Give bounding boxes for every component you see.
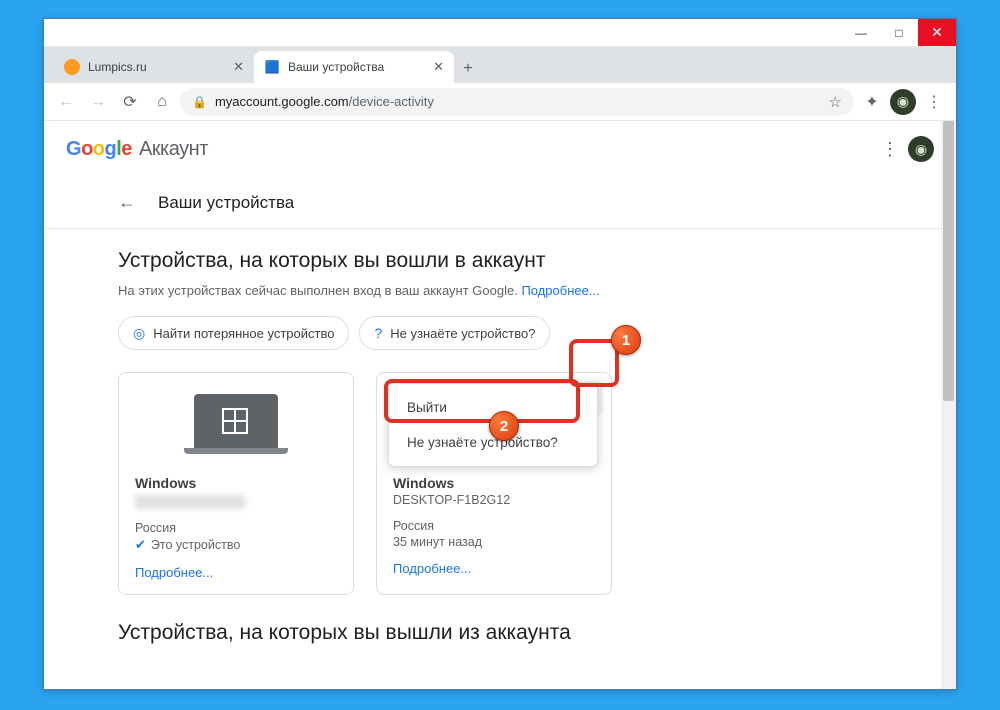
device-image xyxy=(119,373,353,469)
bookmark-icon[interactable]: ☆ xyxy=(829,93,842,111)
tab-title: Ваши устройства xyxy=(288,60,427,74)
annotation-badge-2: 2 xyxy=(489,411,519,441)
section-heading: Устройства, на которых вы вошли в аккаун… xyxy=(118,249,882,273)
annotation-badge-1: 1 xyxy=(611,325,641,355)
tab-title: Lumpics.ru xyxy=(88,60,227,74)
favicon-icon: 🟦 xyxy=(264,59,280,75)
minimize-button[interactable]: — xyxy=(842,19,880,46)
device-time: 35 минут назад xyxy=(393,535,595,549)
device-name: Windows xyxy=(393,475,595,491)
favicon-icon xyxy=(64,59,80,75)
chip-label: Найти потерянное устройство xyxy=(153,326,334,341)
device-more-link[interactable]: Подробнее... xyxy=(135,565,337,580)
profile-avatar[interactable]: ◉ xyxy=(890,89,916,115)
browser-window: — □ ✕ Lumpics.ru ✕ 🟦 Ваши устройства ✕ +… xyxy=(43,18,957,690)
window-titlebar: — □ ✕ xyxy=(44,19,956,47)
device-more-link[interactable]: Подробнее... xyxy=(393,561,595,576)
check-icon: ✔ xyxy=(135,537,146,553)
close-tab-icon[interactable]: ✕ xyxy=(233,59,244,75)
home-button[interactable]: ⌂ xyxy=(148,88,176,116)
help-icon: ? xyxy=(374,325,382,341)
section-subtext: На этих устройствах сейчас выполнен вход… xyxy=(118,283,882,298)
device-id-blurred xyxy=(135,495,245,509)
sub-header: ← Ваши устройства xyxy=(44,177,956,229)
reload-button[interactable]: ⟳ xyxy=(116,88,144,116)
new-tab-button[interactable]: + xyxy=(454,55,482,83)
extensions-icon[interactable]: ✦ xyxy=(858,88,886,116)
google-logo[interactable]: Google Аккаунт xyxy=(66,138,208,161)
page-content: Google Аккаунт ⋮ ◉ ← Ваши устройства Уст… xyxy=(44,121,956,689)
device-time: ✔Это устройство xyxy=(135,537,337,553)
lock-icon: 🔒 xyxy=(192,95,207,109)
nav-forward-button[interactable]: → xyxy=(84,88,112,116)
omnibox[interactable]: 🔒 myaccount.google.com/device-activity ☆ xyxy=(180,88,854,116)
tab-devices[interactable]: 🟦 Ваши устройства ✕ xyxy=(254,51,454,83)
unknown-device-chip[interactable]: ? Не узнаёте устройство? xyxy=(359,316,550,350)
learn-more-link[interactable]: Подробнее... xyxy=(521,283,599,298)
scrollbar-thumb[interactable] xyxy=(943,121,954,401)
maximize-button[interactable]: □ xyxy=(880,19,918,46)
chip-label: Не узнаёте устройство? xyxy=(390,326,535,341)
close-tab-icon[interactable]: ✕ xyxy=(433,59,444,75)
find-device-chip[interactable]: ◎ Найти потерянное устройство xyxy=(118,316,349,350)
section2-heading: Устройства, на которых вы вышли из аккау… xyxy=(118,621,882,645)
address-bar: ← → ⟳ ⌂ 🔒 myaccount.google.com/device-ac… xyxy=(44,83,956,121)
chip-row: ◎ Найти потерянное устройство ? Не узнаё… xyxy=(118,316,882,350)
account-menu-icon[interactable]: ⋮ xyxy=(872,139,908,160)
nav-back-button[interactable]: ← xyxy=(52,88,80,116)
account-avatar[interactable]: ◉ xyxy=(908,136,934,162)
device-id: DESKTOP-F1B2G12 xyxy=(393,493,595,507)
chrome-menu-icon[interactable]: ⋮ xyxy=(920,88,948,116)
device-location: Россия xyxy=(393,519,595,533)
tab-strip: Lumpics.ru ✕ 🟦 Ваши устройства ✕ + xyxy=(44,47,956,83)
google-header: Google Аккаунт ⋮ ◉ xyxy=(44,121,956,177)
device-name: Windows xyxy=(135,475,337,491)
vertical-scrollbar[interactable] xyxy=(941,121,956,689)
device-card[interactable]: Windows Россия ✔Это устройство Подробнее… xyxy=(118,372,354,595)
close-button[interactable]: ✕ xyxy=(918,19,956,46)
device-location: Россия xyxy=(135,521,337,535)
page-title: Ваши устройства xyxy=(158,193,294,213)
tab-lumpics[interactable]: Lumpics.ru ✕ xyxy=(54,51,254,83)
back-arrow-icon[interactable]: ← xyxy=(118,192,136,213)
url-text: myaccount.google.com/device-activity xyxy=(215,94,434,109)
target-icon: ◎ xyxy=(133,325,145,342)
